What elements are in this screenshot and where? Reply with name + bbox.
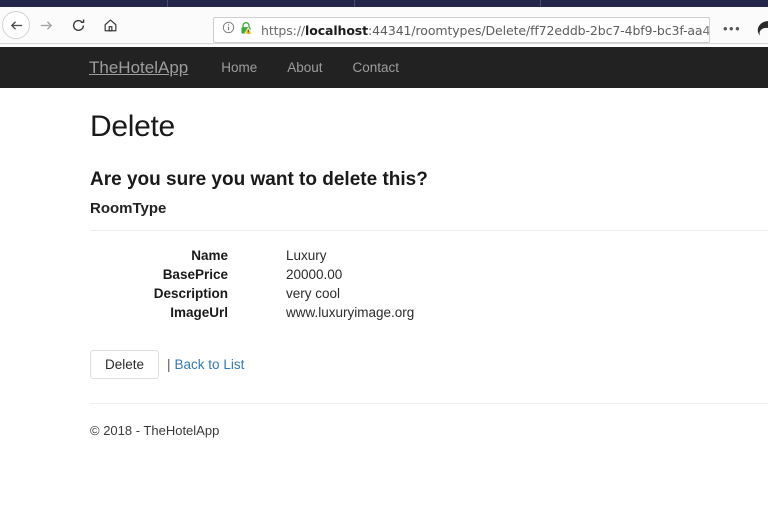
forward-button[interactable] [30, 10, 62, 40]
home-icon [103, 18, 118, 33]
site-navbar: TheHotelApp Home About Contact [0, 47, 768, 88]
reload-icon [71, 18, 86, 33]
delete-button[interactable]: Delete [90, 350, 160, 379]
detail-row-imageurl: ImageUrl www.luxuryimage.org [90, 303, 768, 322]
browser-tab[interactable] [355, 0, 541, 7]
detail-row-description: Description very cool [90, 284, 768, 303]
address-bar[interactable]: https://localhost:44341/roomtypes/Delete… [213, 17, 710, 43]
browser-logo-icon[interactable] [755, 19, 768, 39]
url-path: :44341/roomtypes/Delete/ff72eddb-2bc7-4b… [368, 22, 710, 38]
url-text: https://localhost:44341/roomtypes/Delete… [261, 22, 710, 38]
browser-tab[interactable] [0, 0, 168, 7]
detail-row-name: Name Luxury [90, 246, 768, 265]
nav-link-home[interactable]: Home [221, 60, 257, 75]
detail-label-imageurl: ImageUrl [170, 305, 228, 320]
browser-toolbar: https://localhost:44341/roomtypes/Delete… [0, 7, 768, 44]
back-to-list-link[interactable]: Back to List [175, 357, 245, 372]
browser-tab[interactable] [168, 0, 355, 7]
detail-row-baseprice: BasePrice 20000.00 [90, 265, 768, 284]
detail-value-name: Luxury [286, 248, 327, 263]
padlock-warning-icon[interactable] [239, 21, 253, 40]
action-separator: | [167, 357, 171, 372]
entity-type-label: RoomType [90, 200, 167, 217]
nav-link-about[interactable]: About [287, 60, 322, 75]
browser-tab-strip[interactable] [0, 0, 768, 7]
nav-link-contact[interactable]: Contact [353, 60, 400, 75]
footer-copyright: © 2018 - TheHotelApp [90, 423, 220, 438]
detail-label-name: Name [191, 248, 228, 263]
more-options-button[interactable]: ••• [723, 21, 741, 36]
page-content: Delete Are you sure you want to delete t… [0, 88, 768, 438]
action-row: Delete | Back to List [90, 350, 768, 379]
arrow-left-icon [9, 18, 24, 33]
url-host: localhost [305, 22, 369, 38]
confirm-question: Are you sure you want to delete this? [90, 169, 428, 190]
arrow-right-icon [39, 18, 54, 33]
info-circle-icon[interactable] [222, 21, 235, 39]
back-button[interactable] [2, 11, 30, 39]
footer-divider [90, 403, 768, 404]
navbar-brand[interactable]: TheHotelApp [89, 58, 188, 78]
browser-tab[interactable] [541, 0, 768, 7]
browser-chrome: https://localhost:44341/roomtypes/Delete… [0, 0, 768, 45]
detail-label-baseprice: BasePrice [162, 267, 228, 282]
detail-list: Name Luxury BasePrice 20000.00 Descripti… [90, 231, 768, 322]
page-title: Delete [90, 110, 175, 143]
detail-value-baseprice: 20000.00 [286, 267, 343, 282]
navbar-links: Home About Contact [221, 60, 429, 75]
content-container: Delete Are you sure you want to delete t… [0, 110, 768, 438]
home-button[interactable] [94, 10, 126, 40]
detail-value-imageurl: www.luxuryimage.org [286, 305, 415, 320]
detail-label-description: Description [153, 286, 228, 301]
detail-value-description: very cool [286, 286, 341, 301]
url-scheme: https:// [261, 22, 306, 38]
reload-button[interactable] [62, 10, 94, 40]
